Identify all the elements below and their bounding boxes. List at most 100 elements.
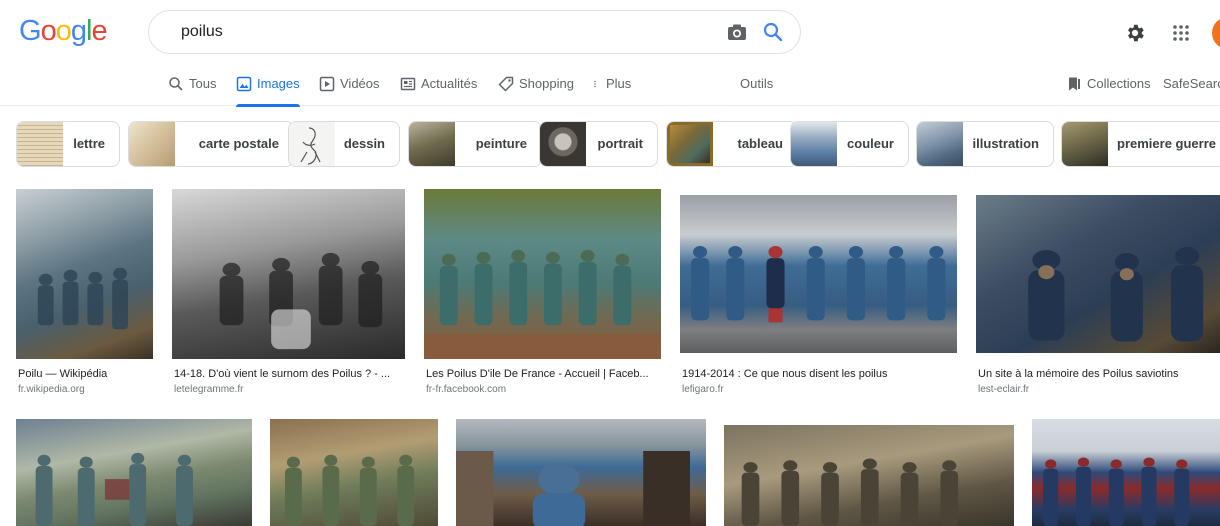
chip-thumbnail (409, 122, 455, 166)
logo-letter: o (40, 15, 57, 47)
result-source: lefigaro.fr (682, 384, 724, 395)
result-thumbnail[interactable] (724, 425, 1014, 526)
result-source: fr-fr.facebook.com (426, 384, 507, 395)
image-result[interactable] (1032, 419, 1220, 526)
result-title[interactable]: 1914-2014 : Ce que nous disent les poilu… (682, 368, 958, 380)
image-result[interactable] (270, 419, 438, 526)
more-vert-icon (594, 80, 596, 88)
soldiers-figure (284, 454, 415, 526)
chip-thumbnail (1062, 122, 1108, 166)
tab-collections[interactable]: Collections (1066, 68, 1151, 106)
chip-couleur[interactable]: couleur (790, 121, 909, 167)
soldiers-figure (424, 249, 660, 359)
chip-thumbnail (791, 122, 837, 166)
image-result[interactable]: Poilu — Wikipédia fr.wikipedia.org (16, 189, 154, 401)
chip-premiere-guerre[interactable]: premiere guerre (1061, 121, 1220, 167)
result-title[interactable]: Un site à la mémoire des Poilus saviotin… (978, 368, 1220, 380)
tab-label: Shopping (519, 76, 574, 91)
soldiers-figure (35, 452, 193, 526)
tab-shopping[interactable]: Shopping (498, 68, 574, 106)
chip-tableau[interactable]: tableau (666, 121, 798, 167)
image-result[interactable]: Les Poilus D'ile De France - Accueil | F… (424, 189, 662, 401)
tab-tous[interactable]: Tous (168, 68, 216, 106)
search-input[interactable] (181, 11, 721, 53)
chip-label: tableau (737, 136, 783, 151)
result-thumbnail[interactable] (270, 419, 438, 526)
result-thumbnail[interactable] (456, 419, 706, 526)
chip-label: portrait (597, 136, 644, 151)
apps-icon[interactable] (1172, 24, 1190, 42)
chip-dessin[interactable]: dessin (288, 121, 400, 167)
result-thumbnail[interactable] (680, 195, 957, 353)
result-thumbnail[interactable] (16, 189, 153, 359)
tab-images[interactable]: Images (236, 68, 300, 107)
soldiers-figure (456, 451, 691, 526)
tab-label: Images (257, 76, 300, 91)
tab-label: SafeSearch (1163, 76, 1220, 91)
result-title[interactable]: Poilu — Wikipédia (18, 368, 154, 380)
sketch-icon (300, 127, 321, 165)
chip-thumbnail (129, 122, 175, 166)
chip-thumbnail (540, 122, 586, 166)
tab-videos[interactable]: Vidéos (319, 68, 380, 106)
chip-thumbnail (667, 122, 713, 166)
tag-icon (498, 76, 514, 92)
search-icon (169, 77, 183, 91)
chip-thumbnail (917, 122, 963, 166)
result-source: letelegramme.fr (174, 384, 244, 395)
search-icon[interactable] (763, 22, 783, 42)
tab-label: Outils (740, 76, 774, 91)
image-result[interactable] (456, 419, 706, 526)
chip-lettre[interactable]: lettre (16, 121, 120, 167)
image-result[interactable]: Un site à la mémoire des Poilus saviotin… (976, 189, 1220, 401)
result-thumbnail[interactable] (172, 189, 405, 359)
image-result[interactable]: 1914-2014 : Ce que nous disent les poilu… (680, 189, 958, 401)
logo-letter: g (70, 15, 87, 47)
gear-icon[interactable] (1124, 22, 1146, 44)
chip-portrait[interactable]: portrait (539, 121, 658, 167)
chip-peinture[interactable]: peinture (408, 121, 542, 167)
chip-label: couleur (847, 136, 894, 151)
tab-safesearch[interactable]: SafeSearch (1163, 68, 1220, 106)
chip-label: dessin (343, 136, 385, 151)
result-source: fr.wikipedia.org (18, 384, 85, 395)
result-title[interactable]: Les Poilus D'ile De France - Accueil | F… (426, 368, 662, 380)
news-icon (400, 77, 416, 91)
google-logo[interactable]: Google (19, 15, 108, 48)
tab-label: Vidéos (340, 76, 380, 91)
result-thumbnail[interactable] (424, 189, 661, 359)
soldiers-figure (1028, 247, 1204, 342)
related-search-chips: lettre carte postale dessin peinture por… (16, 121, 1220, 167)
tab-label: Actualités (421, 76, 478, 91)
image-result[interactable] (16, 419, 252, 526)
tab-actualites[interactable]: Actualités (400, 68, 477, 106)
camera-icon[interactable] (727, 23, 747, 41)
soldiers-figure (219, 252, 383, 350)
image-result[interactable]: 14-18. D'où vient le surnom des Poilus ?… (172, 189, 406, 401)
tab-label: Collections (1087, 76, 1151, 91)
tab-plus[interactable]: Plus (593, 68, 631, 106)
image-icon (236, 76, 252, 92)
tab-outils[interactable]: Outils (740, 68, 773, 106)
image-result[interactable] (724, 419, 1014, 526)
tab-label: Plus (606, 76, 632, 91)
soldiers-figure (1043, 457, 1190, 526)
chip-illustration[interactable]: illustration (916, 121, 1054, 167)
chip-label: illustration (972, 136, 1039, 151)
result-thumbnail[interactable] (976, 195, 1220, 353)
result-thumbnail[interactable] (16, 419, 252, 526)
chip-thumbnail (289, 122, 335, 166)
logo-letter: e (91, 15, 107, 47)
chip-label: premiere guerre (1117, 136, 1216, 151)
result-thumbnail[interactable] (1032, 419, 1220, 526)
logo-letter: o (55, 15, 72, 47)
chip-label: lettre (73, 136, 105, 151)
result-title[interactable]: 14-18. D'où vient le surnom des Poilus ?… (174, 368, 404, 380)
avatar[interactable] (1212, 17, 1220, 49)
search-box (148, 10, 801, 54)
result-source: lest-eclair.fr (978, 384, 1030, 395)
chip-carte-postale[interactable]: carte postale (128, 121, 294, 167)
soldiers-figure (691, 246, 946, 323)
video-icon (319, 76, 335, 92)
chip-label: peinture (475, 136, 527, 151)
